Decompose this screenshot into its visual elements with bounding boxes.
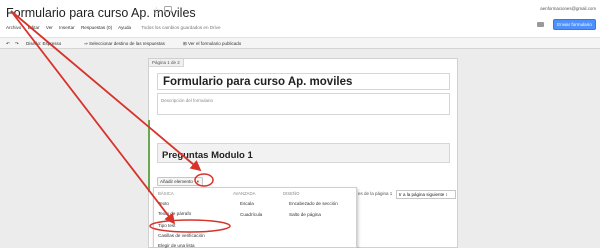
menu-item-encabezado-seccion[interactable]: Encabezado de sección	[289, 201, 338, 206]
description-placeholder: Descripción del formulario	[161, 98, 214, 103]
selected-item-indicator	[148, 120, 150, 192]
menu-editar[interactable]: Editar	[28, 25, 40, 30]
view-published-label: Ver el formulario publicado	[188, 41, 242, 46]
app-header: Formulario para curso Ap. moviles ☆ Arch…	[0, 0, 600, 37]
theme-button[interactable]: Diseño: Espresso	[26, 41, 61, 46]
menu-item-texto[interactable]: Texto	[158, 201, 169, 206]
response-destination-label: Seleccionar destino de las respuestas	[89, 41, 165, 46]
form-description-field[interactable]: Descripción del formulario	[157, 93, 450, 115]
section-title: Preguntas Modulo 1	[162, 150, 253, 161]
goto-page-select[interactable]: Ir a la página siguiente ↕	[396, 190, 456, 199]
menu-archivo[interactable]: Archivo	[6, 25, 21, 30]
folder-icon[interactable]	[164, 6, 172, 12]
menu-insertar[interactable]: Insertar	[59, 25, 75, 30]
menu-bar: Archivo Editar Ver Insertar Respuestas (…	[6, 25, 226, 30]
send-form-button[interactable]: Enviar formulario	[553, 19, 596, 30]
redo-icon[interactable]: ↷	[15, 41, 19, 47]
view-published-button[interactable]: ⊞ Ver el formulario publicado	[183, 41, 241, 47]
add-item-label: Añadir elemento	[160, 179, 193, 184]
save-status: Todos los cambios guardados en Drive	[141, 25, 221, 30]
comments-icon[interactable]	[537, 22, 544, 27]
menu-header-advanced: Avanzada	[233, 191, 256, 196]
add-item-menu: Básica Avanzada Diseño Texto Texto de pá…	[153, 187, 357, 248]
menu-item-tipo-test[interactable]: Tipo test	[158, 223, 175, 228]
page-indicator: Página 1 de 2	[149, 59, 184, 67]
account-email[interactable]: aenformaciones@gmail.com	[540, 6, 596, 11]
menu-item-casillas[interactable]: Casillas de verificación	[158, 233, 205, 238]
response-destination-button[interactable]: ⇒ Seleccionar destino de las respuestas	[84, 41, 165, 47]
menu-respuestas[interactable]: Respuestas (0)	[81, 25, 112, 30]
menu-header-layout: Diseño	[283, 191, 300, 196]
form-title-field[interactable]: Formulario para curso Ap. moviles	[157, 73, 450, 90]
toolbar: ↶ ↷ Diseño: Espresso ⇒ Seleccionar desti…	[0, 37, 600, 49]
menu-item-escala[interactable]: Escala	[240, 201, 254, 206]
chevron-down-icon: ▾	[196, 179, 200, 184]
form-title: Formulario para curso Ap. moviles	[163, 76, 353, 88]
add-item-button[interactable]: Añadir elemento ▾	[157, 177, 203, 186]
goto-page-value: Ir a la página siguiente	[399, 192, 445, 197]
menu-item-elegir-lista[interactable]: Elegir de una lista	[158, 243, 195, 248]
star-icon[interactable]: ☆	[152, 6, 161, 17]
menu-item-salto-pagina[interactable]: Salto de página	[289, 212, 321, 217]
menu-ayuda[interactable]: Ayuda	[118, 25, 131, 30]
section-header[interactable]: Preguntas Modulo 1	[157, 143, 450, 163]
menu-item-cuadricula[interactable]: Cuadrícula	[240, 212, 262, 217]
menu-header-basic: Básica	[158, 191, 174, 196]
menu-item-texto-parrafo[interactable]: Texto de párrafo	[158, 211, 191, 216]
menu-ver[interactable]: Ver	[46, 25, 53, 30]
undo-icon[interactable]: ↶	[6, 41, 10, 47]
